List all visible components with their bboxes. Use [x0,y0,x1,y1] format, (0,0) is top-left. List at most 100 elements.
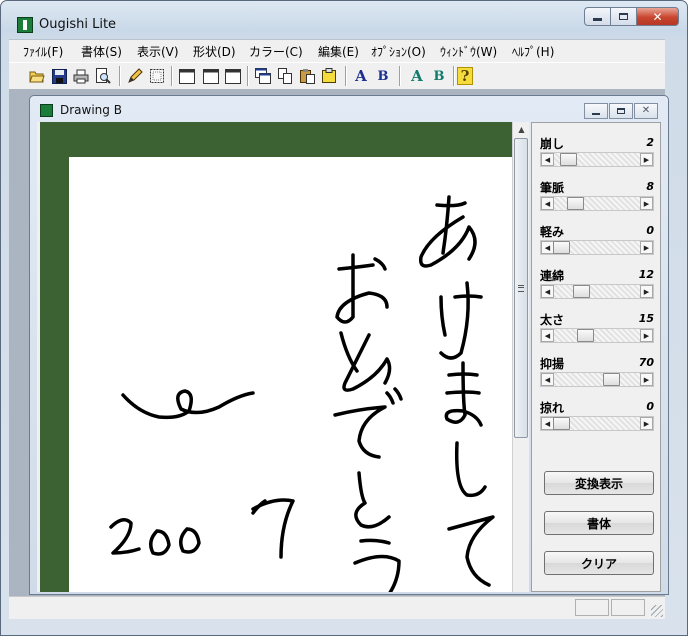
maximize-button[interactable] [610,7,636,26]
param-renmen: 連綿 12 ◀ ▶ [540,267,654,307]
menu-font[interactable]: 書体(S) [81,43,122,60]
menu-options[interactable]: ｵﾌﾟｼｮﾝ(O) [371,43,426,60]
minimize-icon [593,18,602,21]
slider-thumb[interactable] [573,285,591,298]
status-bar [9,596,665,619]
child-maximize-button[interactable] [609,103,633,119]
scroll-left-arrow-icon[interactable]: ◀ [541,197,554,210]
resize-grip-icon[interactable] [651,605,663,617]
futosa-slider[interactable]: ◀ ▶ [540,328,654,343]
hitsumyaku-slider[interactable]: ◀ ▶ [540,196,654,211]
slider-thumb[interactable] [553,417,570,430]
menu-color[interactable]: カラー(C) [249,43,303,60]
frame-1-button[interactable] [177,66,197,86]
child-minimize-button[interactable] [584,103,608,119]
scroll-left-arrow-icon[interactable]: ◀ [541,153,554,166]
param-value: 12 [638,268,654,281]
text-style-b-button[interactable]: B [373,66,393,86]
scroll-right-arrow-icon[interactable]: ▶ [640,329,653,342]
frame-2-button[interactable] [201,66,221,86]
scroll-left-arrow-icon[interactable]: ◀ [541,285,554,298]
folder-open-icon [29,71,45,83]
close-button[interactable]: ✕ [636,7,679,26]
document-icon [40,104,53,117]
param-kasure: 掠れ 0 ◀ ▶ [540,399,654,439]
drawing-canvas[interactable] [37,122,512,592]
select-area-button[interactable] [147,66,167,86]
menu-file[interactable]: ﾌｧｲﾙ(F) [23,43,63,60]
frame-icon [203,68,219,84]
toolbar: A B A B ? [9,62,665,90]
slider-thumb[interactable] [603,373,621,386]
kasure-slider[interactable]: ◀ ▶ [540,416,654,431]
param-label: 筆脈 [540,181,565,195]
scroll-right-arrow-icon[interactable]: ▶ [640,285,653,298]
clear-button[interactable]: クリア [544,551,654,575]
menu-bar: ﾌｧｲﾙ(F) 書体(S) 表示(V) 形状(D) カラー(C) 編集(E) ｵ… [9,39,665,62]
minimize-icon [592,112,600,115]
scroll-up-arrow-icon[interactable]: ▲ [514,122,529,137]
slider-thumb[interactable] [576,329,594,342]
copy-button[interactable] [275,66,295,86]
save-button[interactable] [49,66,69,86]
paper-sheet[interactable] [69,157,512,592]
slider-thumb[interactable] [567,197,585,210]
canvas-vertical-scrollbar[interactable]: ▲ [512,122,529,592]
color-style-a-button[interactable]: A [407,66,427,86]
pen-tool-button[interactable] [125,66,145,86]
clipboard-paste-icon [300,69,315,84]
cascade-windows-icon [255,68,271,84]
toolbar-separator [171,66,173,86]
slider-thumb[interactable] [553,241,570,254]
scroll-thumb[interactable] [514,138,528,438]
text-style-a-button[interactable]: A [351,66,371,86]
window-title: Ougishi Lite [39,17,117,32]
clipboard-button[interactable] [319,66,339,86]
child-close-button[interactable]: ✕ [634,103,658,119]
menu-view[interactable]: 表示(V) [137,43,179,60]
param-label: 抑揚 [540,357,565,371]
convert-display-button[interactable]: 変換表示 [544,471,654,495]
handwriting-strokes [109,195,495,592]
minimize-button[interactable] [584,7,610,26]
param-value: 0 [646,224,654,237]
cascade-window-button[interactable] [253,66,273,86]
yokuyou-slider[interactable]: ◀ ▶ [540,372,654,387]
toolbar-separator [399,66,401,86]
scroll-left-arrow-icon[interactable]: ◀ [541,329,554,342]
title-bar[interactable]: Ougishi Lite ✕ [1,1,687,39]
font-button[interactable]: 書体 [544,511,654,535]
renmen-slider[interactable]: ◀ ▶ [540,284,654,299]
scroll-right-arrow-icon[interactable]: ▶ [640,417,653,430]
menu-shape[interactable]: 形状(D) [193,43,236,60]
menu-window[interactable]: ｳｨﾝﾄﾞｳ(W) [440,43,497,60]
scroll-right-arrow-icon[interactable]: ▶ [640,373,653,386]
frame-3-button[interactable] [223,66,243,86]
print-preview-button[interactable] [93,66,113,86]
scroll-right-arrow-icon[interactable]: ▶ [640,197,653,210]
help-button[interactable]: ? [457,67,473,85]
param-hitsumyaku: 筆脈 8 ◀ ▶ [540,179,654,219]
menu-help[interactable]: ﾍﾙﾌﾟ(H) [512,43,554,60]
paste-button[interactable] [297,66,317,86]
toolbar-separator [119,66,121,86]
kuzushi-slider[interactable]: ◀ ▶ [540,152,654,167]
ougishi-app-icon[interactable] [17,17,33,33]
maximize-icon [617,108,625,114]
brush-parameters-panel: 崩し 2 ◀ ▶ 筆脈 8 ◀ ▶ 軽み 0 ◀ ▶ 連綿 12 ◀ ▶ 太さ … [531,122,661,592]
dotted-grid-icon [150,69,164,83]
param-value: 2 [646,136,654,149]
open-button[interactable] [27,66,47,86]
toolbar-separator [345,66,347,86]
drawing-b-window: Drawing B ✕ ▲ 崩し 2 ◀ ▶ 筆脈 8 ◀ ▶ 軽み 0 ◀ ▶… [29,95,669,595]
menu-edit[interactable]: 編集(E) [318,43,359,60]
karumi-slider[interactable]: ◀ ▶ [540,240,654,255]
print-button[interactable] [71,66,91,86]
scroll-right-arrow-icon[interactable]: ▶ [640,241,653,254]
frame-icon [179,68,195,84]
slider-thumb[interactable] [560,153,578,166]
scroll-left-arrow-icon[interactable]: ◀ [541,373,554,386]
color-style-b-button[interactable]: B [429,66,449,86]
floppy-disk-icon [51,68,67,84]
scroll-right-arrow-icon[interactable]: ▶ [640,153,653,166]
